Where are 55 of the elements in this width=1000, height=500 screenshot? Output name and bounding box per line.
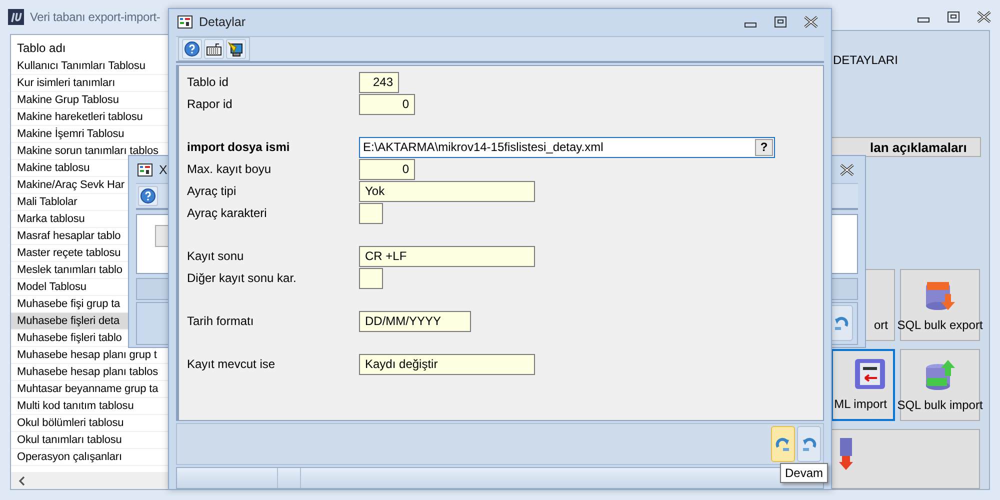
input-field[interactable]: 0 [359,94,415,115]
monitor-button[interactable] [226,38,246,59]
help-button[interactable] [182,38,202,59]
close-icon[interactable] [976,11,992,23]
action-tile[interactable]: ML import [831,349,895,421]
input-field[interactable]: 243 [359,72,399,93]
xml-document-icon [853,357,887,391]
input-field[interactable] [359,268,383,289]
input-field[interactable]: Yok [359,180,535,202]
field-label: Kayıt sonu [187,248,245,263]
help-button[interactable] [138,186,158,206]
field-label: Diğer kayıt sonu kar. [187,270,298,285]
window-title: X [159,162,168,176]
window-title: Veri tabanı export-import- [30,10,160,24]
help-icon [140,188,156,204]
window-icon [137,162,153,178]
window-icon [177,14,193,30]
file-path-field[interactable]: E:\AKTARMA\mikrov14-15fislistesi_detay.xml ? [359,136,775,158]
close-icon[interactable] [839,164,855,176]
horizontal-scrollbar[interactable] [11,472,169,489]
browse-button[interactable]: ? [755,138,773,156]
undo-arrow-icon [800,435,818,454]
field-label: Max. kayıt boyu [187,160,272,176]
field-label: Tablo id [187,74,230,89]
window-title: Detaylar [199,15,246,30]
field-label: Rapor id [187,96,234,111]
field-descriptions-button[interactable]: lan açıklamaları [831,137,981,157]
maximize-icon[interactable] [773,16,789,28]
close-icon[interactable] [803,16,819,28]
field-label: Tarih formatı [187,312,255,328]
input-field[interactable]: CR +LF [359,246,535,267]
help-icon [184,40,200,57]
database-up-arrow-icon [923,358,957,392]
section-heading: DETAYLARI [832,52,899,67]
keyboard-button[interactable] [204,38,224,59]
continue-button[interactable] [771,426,795,462]
keyboard-icon [206,40,222,57]
input-field[interactable] [359,202,383,224]
action-tile[interactable] [831,429,980,489]
redo-arrow-icon [774,435,792,454]
undo-arrow-icon [832,314,850,332]
field-label: Ayraç karakteri [187,204,268,220]
app-logo-icon [8,9,24,25]
input-field[interactable]: DD/MM/YYYY [359,310,471,332]
input-field[interactable]: Kaydı değiştir [359,354,535,375]
field-label: import dosya ismi [187,138,291,154]
field-label: Kayıt mevcut ise [187,356,276,371]
monitor-icon [228,40,244,57]
maximize-icon[interactable] [946,11,962,23]
tooltip: Devam [780,463,828,483]
input-field[interactable]: 0 [359,158,415,180]
down-arrow-icon [838,436,854,470]
column-header: Tablo adı [16,40,67,57]
field-label: Ayraç tipi [187,182,238,198]
undo-button[interactable] [797,426,821,462]
